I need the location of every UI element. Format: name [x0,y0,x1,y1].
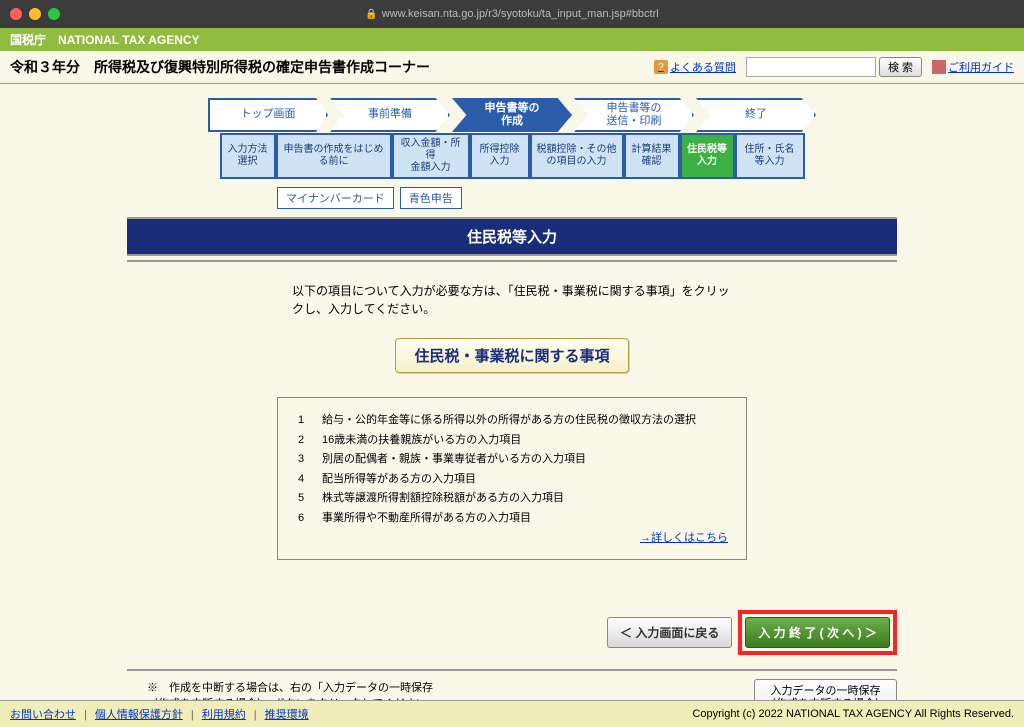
progress-substep: 所得控除入力 [470,133,530,179]
footer: お問い合わせ|個人情報保護方針|利用規約|推奨環境 Copyright (c) … [0,700,1024,727]
progress-substep: 収入金額・所得金額入力 [392,133,470,179]
progress-step: 事前準備 [330,98,450,132]
copyright: Copyright (c) 2022 NATIONAL TAX AGENCY A… [692,708,1014,720]
next-button[interactable]: 入 力 終 了 ( 次 へ ) ＞ [745,617,890,648]
agency-header: 国税庁 NATIONAL TAX AGENCY [0,28,1024,51]
back-button[interactable]: ＜ 入力画面に戻る [607,617,732,648]
progress-substep: 税額控除・その他の項目の入力 [530,133,624,179]
progress-substep: 計算結果確認 [624,133,680,179]
footer-link[interactable]: 利用規約 [202,709,246,721]
resident-tax-business-tax-button[interactable]: 住民税・事業税に関する事項 [395,338,628,373]
notes-box: 1給与・公的年金等に係る所得以外の所得がある方の住民税の徴収方法の選択 216歳未… [277,397,747,560]
address-bar[interactable]: 🔒 www.keisan.nta.go.jp/r3/syotoku/ta_inp… [365,8,658,20]
highlight-frame: 入 力 終 了 ( 次 へ ) ＞ [738,610,897,655]
url-text: www.keisan.nta.go.jp/r3/syotoku/ta_input… [382,8,659,20]
note-item: 5株式等譲渡所得割額控除税額がある方の入力項目 [298,490,696,508]
lock-icon: 🔒 [365,9,377,20]
progress-step: 申告書等の送信・印刷 [574,98,694,132]
note-item: 6事業所得や不動産所得がある方の入力項目 [298,510,696,528]
progress-main: トップ画面事前準備申告書等の作成申告書等の送信・印刷終了 [127,98,897,132]
page-title: 令和３年分 所得税及び復興特別所得税の確定申告書作成コーナー [10,57,654,77]
save-data-button[interactable]: 入力データの一時保存（作成を中断する場合） [754,679,897,700]
book-icon [932,60,946,74]
footer-link[interactable]: お問い合わせ [10,709,76,721]
progress-substep: 住民税等入力 [680,133,735,179]
search-button[interactable]: 検 索 [879,57,922,77]
question-icon: ? [654,60,668,74]
note-item: 216歳未満の扶養親族がいる方の入力項目 [298,432,696,450]
progress-substep: 入力方法選択 [220,133,276,179]
note-item: 1給与・公的年金等に係る所得以外の所得がある方の住民税の徴収方法の選択 [298,412,696,430]
footer-link[interactable]: 推奨環境 [265,709,309,721]
search-input[interactable] [746,57,876,77]
section-banner: 住民税等入力 [127,217,897,256]
info-tag: 青色申告 [400,187,462,209]
instruction-text: 以下の項目について入力が必要な方は、「住民税・事業税に関する事項」をクリックし、… [292,282,732,318]
save-note: ※ 作成を中断する場合は、右の「入力データの一時保存（作成を中断する場合）」ボタ… [147,679,447,700]
note-item: 3別居の配偶者・親族・事業専従者がいる方の入力項目 [298,451,696,469]
info-tag: マイナンバーカード [277,187,394,209]
faq-link[interactable]: ?よくある質問 [654,59,736,75]
note-item: 4配当所得等がある方の入力項目 [298,471,696,489]
progress-step: 申告書等の作成 [452,98,572,132]
progress-step: 終了 [696,98,816,132]
progress-substep: 申告書の作成をはじめる前に [276,133,392,179]
progress-substep: 住所・氏名等入力 [735,133,805,179]
footer-link[interactable]: 個人情報保護方針 [95,709,183,721]
window-titlebar: 🔒 www.keisan.nta.go.jp/r3/syotoku/ta_inp… [0,0,1024,28]
fullscreen-icon[interactable] [48,8,60,20]
guide-link[interactable]: ご利用ガイド [932,59,1014,75]
detail-link[interactable]: →詳しくはこちら [640,530,728,548]
progress-sub: 入力方法選択申告書の作成をはじめる前に収入金額・所得金額入力所得控除入力税額控除… [127,133,897,179]
progress-step: トップ画面 [208,98,328,132]
close-icon[interactable] [10,8,22,20]
minimize-icon[interactable] [29,8,41,20]
